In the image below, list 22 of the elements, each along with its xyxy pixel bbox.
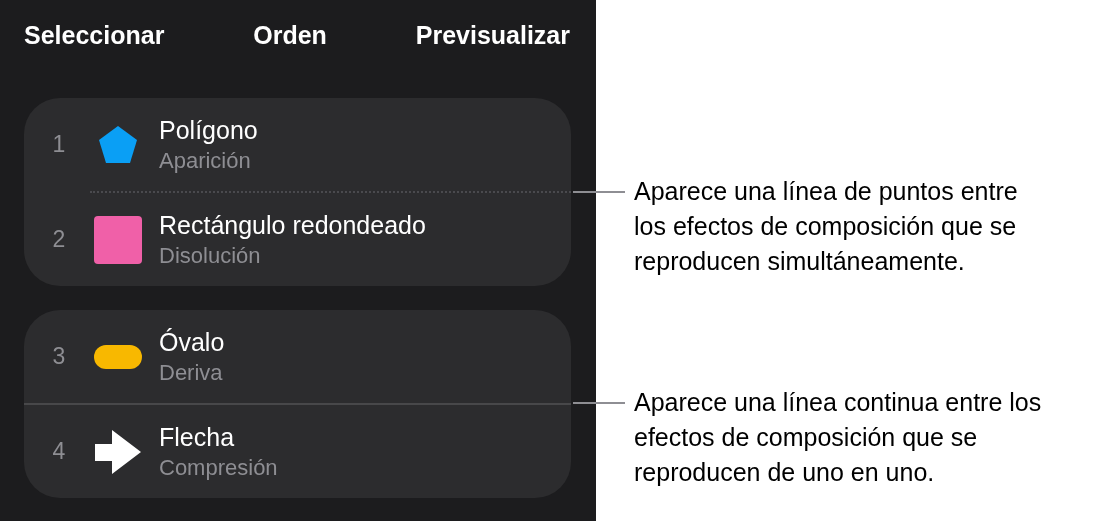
leader-line [573, 402, 625, 404]
effect-name: Aparición [159, 146, 252, 175]
effect-name: Compresión [159, 453, 278, 482]
rounded-square-icon [94, 215, 142, 264]
toolbar-button[interactable]: Seleccionar [24, 17, 165, 55]
leader-line [573, 191, 625, 193]
order-number: 2 [51, 225, 67, 255]
pentagon-icon [98, 124, 138, 165]
effect-name: Deriva [159, 358, 224, 387]
toolbar-button[interactable]: Orden [253, 17, 327, 55]
callout-text: Aparece una línea continua entre los efectos de composición que se reproducen de uno en uno. [634, 387, 1043, 488]
object-name: Óvalo [159, 326, 225, 358]
order-number: 1 [51, 130, 67, 160]
order-number: 3 [51, 342, 67, 372]
arrow-icon [95, 429, 141, 474]
object-name: Polígono [159, 114, 258, 146]
callout-text: Aparece una línea de puntos entre los efectos de composición que se reproducen simultáneamente. [634, 176, 1019, 277]
toolbar-button[interactable]: Previsualizar [415, 17, 570, 55]
order-number: 4 [51, 437, 67, 467]
effect-name: Disolución [159, 241, 262, 270]
object-name: Rectángulo redondeado [159, 209, 426, 241]
object-name: Flecha [159, 421, 236, 453]
